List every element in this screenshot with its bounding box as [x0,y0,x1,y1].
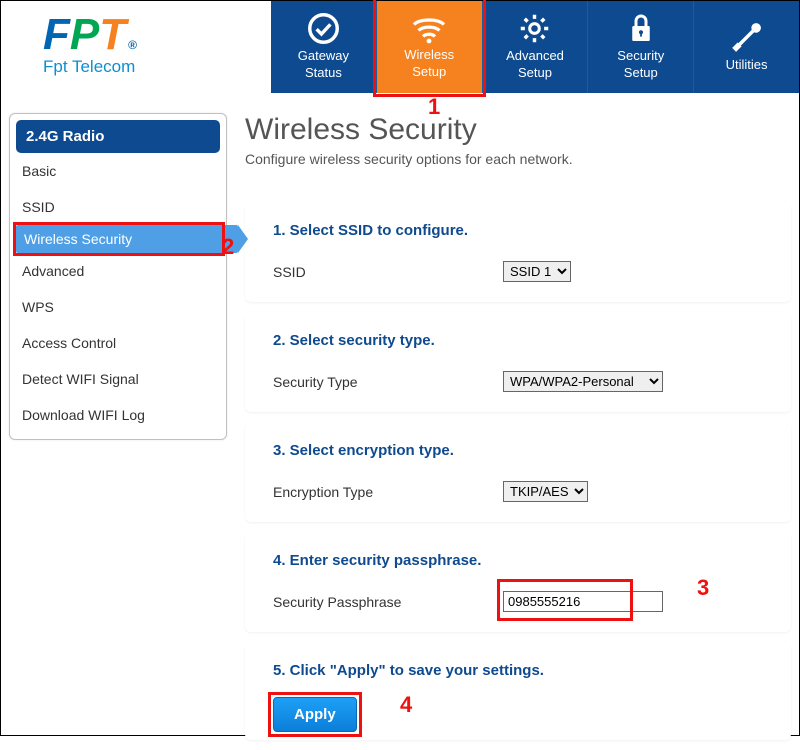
apply-button[interactable]: Apply [273,697,357,732]
card-encryption-type: 3. Select encryption type. Encryption Ty… [245,422,791,522]
card-title: 3. Select encryption type. [273,442,763,459]
encryption-type-label: Encryption Type [273,484,503,500]
sidebar-item-detect-wifi[interactable]: Detect WIFI Signal [16,361,220,397]
card-select-ssid: 1. Select SSID to configure. SSID SSID 1 [245,202,791,302]
card-security-type: 2. Select security type. Security Type W… [245,312,791,412]
encryption-type-select[interactable]: TKIP/AES [503,481,588,502]
nav-security-setup[interactable]: SecuritySetup [588,1,694,93]
header: FPT® Fpt Telecom GatewayStatus WirelessS… [1,1,799,93]
sidebar-item-download-log[interactable]: Download WIFI Log [16,397,220,433]
top-nav: GatewayStatus WirelessSetup AdvancedSetu… [271,1,799,93]
security-type-label: Security Type [273,374,503,390]
sidebar-header: 2.4G Radio [16,120,220,153]
ssid-label: SSID [273,264,503,280]
page-desc: Configure wireless security options for … [245,151,791,167]
annotation-1: 1 [428,94,440,120]
sidebar-item-label: Wireless Security [24,231,132,247]
content-area: 2.4G Radio Basic SSID Wireless Security … [1,93,799,750]
sidebar-item-access-control[interactable]: Access Control [16,325,220,361]
card-title: 5. Click "Apply" to save your settings. [273,662,763,679]
apply-button-label: Apply [294,706,336,723]
nav-wireless-setup[interactable]: WirelessSetup [377,1,483,93]
gear-icon [518,12,551,45]
main-panel: Wireless Security Configure wireless sec… [245,113,791,750]
sidebar: 2.4G Radio Basic SSID Wireless Security … [9,113,227,440]
nav-gateway-status[interactable]: GatewayStatus [271,1,377,93]
sidebar-item-basic[interactable]: Basic [16,153,220,189]
page-title: Wireless Security [245,113,791,147]
lock-icon [626,12,656,45]
sidebar-item-advanced[interactable]: Advanced [16,253,220,289]
nav-utilities[interactable]: Utilities [694,1,799,93]
annotation-2: 2 [222,234,234,260]
card-title: 1. Select SSID to configure. [273,222,763,239]
ssid-select[interactable]: SSID 1 [503,261,571,282]
nav-advanced-setup[interactable]: AdvancedSetup [483,1,589,93]
annotation-4: 4 [400,692,412,718]
card-title: 2. Select security type. [273,332,763,349]
card-apply: 5. Click "Apply" to save your settings. … [245,642,791,740]
check-circle-icon [307,12,340,45]
brand-subtitle: Fpt Telecom [43,57,271,77]
passphrase-label: Security Passphrase [273,594,503,610]
brand-logo-area: FPT® Fpt Telecom [1,1,271,93]
tools-icon [730,21,763,54]
sidebar-item-ssid[interactable]: SSID [16,189,220,225]
sidebar-item-wps[interactable]: WPS [16,289,220,325]
security-type-select[interactable]: WPA/WPA2-Personal [503,371,663,392]
sidebar-item-wireless-security[interactable]: Wireless Security [16,225,238,253]
annotation-3: 3 [697,575,709,601]
card-title: 4. Enter security passphrase. [273,552,763,569]
passphrase-input[interactable] [503,591,663,612]
wifi-icon [411,14,447,44]
brand-logo: FPT® [43,13,271,57]
